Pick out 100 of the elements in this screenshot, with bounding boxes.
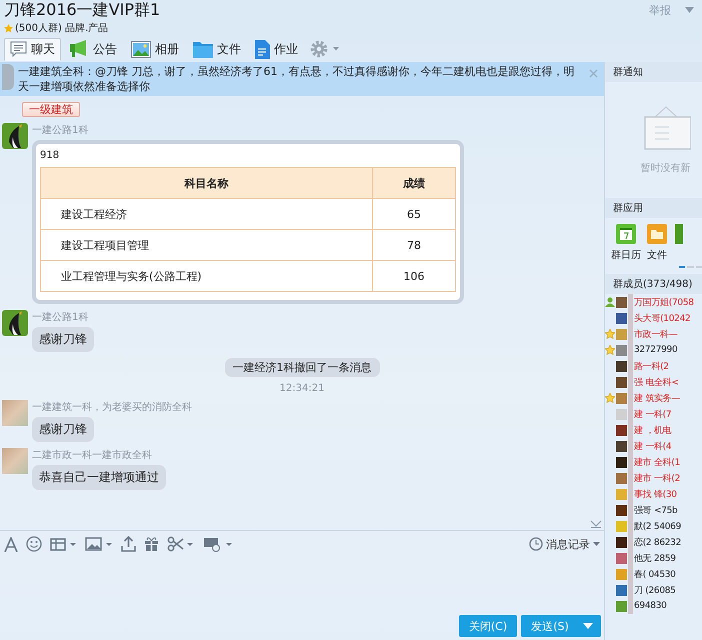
caret-icon[interactable] xyxy=(685,7,694,13)
member-name: 强 电全科< xyxy=(634,376,679,388)
member-name: 建 一科(7 xyxy=(634,408,672,420)
member-row[interactable]: 春( 04530 xyxy=(605,566,702,582)
member-name: 建市 一科(2 xyxy=(634,472,680,484)
scroll-down-icon[interactable] xyxy=(590,520,602,528)
member-row[interactable]: 市政一科— xyxy=(605,326,702,342)
avatar xyxy=(616,584,627,596)
member-name: 默(2 54069 xyxy=(634,520,682,532)
avatar xyxy=(616,488,627,500)
member-row[interactable]: 头大哥(10242 xyxy=(605,310,702,326)
member-row[interactable]: 默(2 54069 xyxy=(605,518,702,534)
member-name: 万国万姐(7058 xyxy=(634,296,694,308)
timestamp: 12:34:21 xyxy=(280,383,324,394)
app-button[interactable]: 文件 xyxy=(647,224,667,262)
member-row[interactable]: 恋(2 86232 xyxy=(605,534,702,550)
member-row[interactable]: 路一科(2 xyxy=(605,358,702,374)
avatar xyxy=(616,312,627,324)
section-title: 群通知 xyxy=(613,66,643,79)
table-cell: 65 xyxy=(372,198,456,230)
member-row[interactable]: 建 筑实务— xyxy=(605,390,702,406)
notification-text: 一建建筑全科：@刀锋 刀总，谢了，虽然经济考了61，有点悬，不过真得感谢你，今年二建机电也是跟您过得，明天一建增项依然准备选择你 xyxy=(18,64,576,94)
avatar xyxy=(616,552,627,564)
history-button[interactable]: 消息记录 xyxy=(529,536,600,552)
member-row[interactable]: 694830 xyxy=(605,598,702,614)
table-cell: 建设工程经济 xyxy=(40,198,372,230)
sender-name: 二建市政一科一建市政全科 xyxy=(32,448,152,462)
column-header: 成绩 xyxy=(372,168,456,198)
member-row[interactable]: 建 一科(7 xyxy=(605,406,702,422)
member-name: 市政一科— xyxy=(634,328,678,340)
avatar xyxy=(616,456,627,468)
member-name: 春( 04530 xyxy=(634,568,676,580)
avatar xyxy=(616,296,627,308)
gift-icon[interactable] xyxy=(144,536,159,552)
font-icon[interactable] xyxy=(4,536,18,552)
member-row[interactable]: 他无 2859 xyxy=(605,550,702,566)
member-row[interactable]: 建市 一科(2 xyxy=(605,470,702,486)
avatar xyxy=(616,376,627,388)
avatar xyxy=(616,392,627,404)
avatar xyxy=(616,520,627,532)
member-row[interactable]: 强哥 <75b xyxy=(605,502,702,518)
group-info: (500人群) 品牌.产品 xyxy=(15,22,108,35)
tab[interactable]: 聊天 xyxy=(4,38,61,60)
avatar xyxy=(616,328,627,340)
avatar xyxy=(616,536,627,548)
caret-icon[interactable] xyxy=(583,623,593,629)
title-badge: 一级建筑 xyxy=(22,102,80,117)
avatar[interactable] xyxy=(2,123,28,149)
member-row[interactable]: 事找 锋(30 xyxy=(605,486,702,502)
avatar[interactable] xyxy=(2,310,28,336)
member-name: 强哥 <75b xyxy=(634,504,678,516)
image-icon[interactable] xyxy=(85,536,113,552)
member-row[interactable]: 建 一科(4 xyxy=(605,438,702,454)
member-name: 建 筑实务— xyxy=(634,392,680,404)
tab[interactable]: 相册 xyxy=(125,38,185,60)
avatar xyxy=(616,360,627,372)
message-bubble: 感谢刀锋 xyxy=(32,417,94,442)
folder-icon xyxy=(647,224,667,244)
table-cell: 106 xyxy=(372,260,456,292)
empty-notice-text: 暂时没有新 xyxy=(640,162,690,175)
avatar xyxy=(616,440,627,452)
member-row[interactable]: 刀 (26085 xyxy=(605,582,702,598)
member-name: 恋(2 86232 xyxy=(634,536,682,548)
scissors-icon[interactable] xyxy=(167,536,195,552)
sender-name: 一建公路1科 xyxy=(32,124,88,137)
member-row[interactable]: 建 ，机电 xyxy=(605,422,702,438)
app-button[interactable]: 群日历 xyxy=(611,224,641,262)
chat-icon xyxy=(10,41,27,57)
caret-icon xyxy=(593,542,600,546)
tab[interactable]: 公告 xyxy=(63,37,123,61)
sender-name: 一建公路1科 xyxy=(32,310,88,324)
sender-name: 一建建筑一科，为老婆买的消防全科 xyxy=(32,400,192,414)
calendar-icon xyxy=(616,224,636,244)
table-cell: 建设工程项目管理 xyxy=(40,230,372,260)
member-name: 32727990 xyxy=(634,345,678,355)
window-title: 刀锋2016一建VIP群1 xyxy=(4,0,160,20)
member-row[interactable]: 强 电全科< xyxy=(605,374,702,390)
table-cell: 78 xyxy=(372,230,456,260)
member-row[interactable]: 32727990 xyxy=(605,342,702,358)
member-name: 建 ，机电 xyxy=(634,424,672,436)
member-name: 头大哥(10242 xyxy=(634,312,690,324)
megaphone-icon xyxy=(69,40,89,58)
avatar xyxy=(616,344,627,356)
member-name: 建 一科(4 xyxy=(634,440,672,452)
member-name: 他无 2859 xyxy=(634,552,676,564)
member-row[interactable]: 万国万姐(7058 xyxy=(605,294,702,310)
message-bubble: 感谢刀锋 xyxy=(32,327,94,352)
avatar xyxy=(616,504,627,516)
tab[interactable]: 文件 xyxy=(187,38,247,60)
folder-icon xyxy=(193,40,213,58)
emoji-icon[interactable] xyxy=(26,536,42,552)
photo-icon xyxy=(131,40,151,58)
settings-icon[interactable] xyxy=(310,40,340,58)
upload-icon[interactable] xyxy=(121,536,136,552)
member-name: 路一科(2 xyxy=(634,360,669,372)
avatar xyxy=(616,408,627,420)
clock-icon xyxy=(529,537,543,551)
tab[interactable]: 作业 xyxy=(249,36,304,62)
member-row[interactable]: 建市 全科(1 xyxy=(605,454,702,470)
message-bubble: 恭喜自己一建增项通过 xyxy=(32,465,166,490)
